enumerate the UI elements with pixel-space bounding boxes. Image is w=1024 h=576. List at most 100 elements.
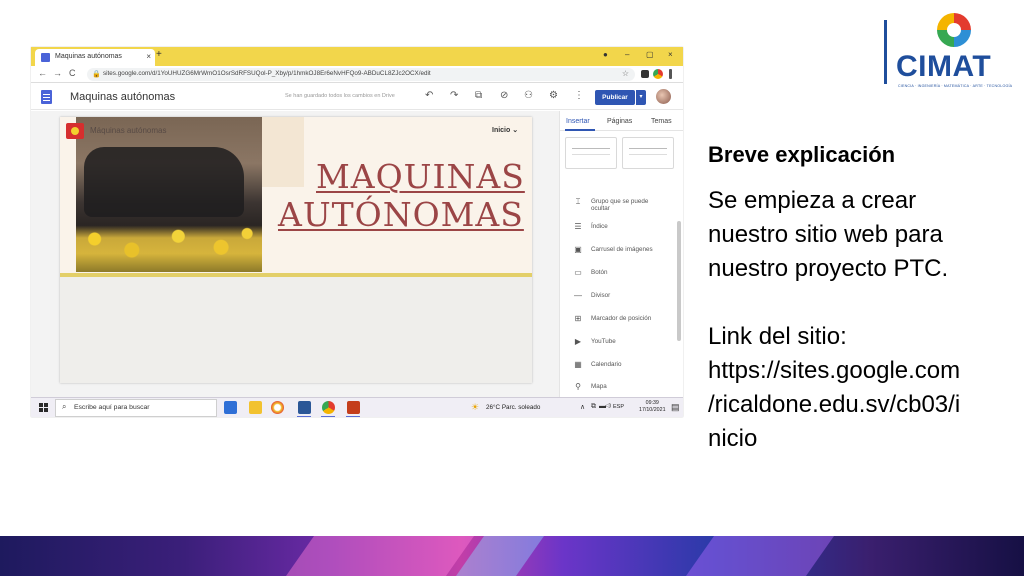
- url-bar[interactable]: 🔒 sites.google.com/d/1YoUHUZG6MrWmO1OsrS…: [87, 68, 635, 81]
- file-explorer-icon[interactable]: [249, 401, 262, 414]
- profile-dot-icon[interactable]: ●: [603, 50, 608, 59]
- language-indicator[interactable]: ESP: [613, 404, 624, 410]
- weather-sun-icon[interactable]: ☀: [471, 402, 479, 413]
- daffodils: [76, 217, 262, 272]
- word-icon[interactable]: [298, 401, 311, 414]
- link-icon[interactable]: ⊘: [500, 90, 508, 101]
- search-icon: ⌕: [62, 402, 67, 411]
- insert-placeholder[interactable]: ⊞ Marcador de posición: [560, 314, 678, 328]
- volume-icon[interactable]: ◁): [605, 403, 611, 409]
- share-icon[interactable]: ⚇: [524, 90, 533, 101]
- clock-date: 17/10/2021: [639, 407, 666, 413]
- collapsible-group-icon: ⌶: [575, 197, 581, 206]
- page-title-line-1[interactable]: MAQUINAS: [316, 157, 525, 196]
- taskbar-search-input[interactable]: ⌕ Escribe aquí para buscar: [55, 399, 217, 417]
- layout-thumbnail[interactable]: [622, 137, 674, 169]
- bottom-banner: [0, 536, 1024, 576]
- insert-item-label: YouTube: [591, 338, 616, 345]
- insert-divider[interactable]: — Divisor: [560, 291, 678, 305]
- insert-item-label: Carrusel de imágenes: [591, 246, 653, 253]
- logo-tagline: CIENCIA · INGENIERÍA · MATEMÁTICA · ARTE…: [898, 84, 1013, 88]
- windows-taskbar: ⌕ Escribe aquí para buscar ☀ 26°C Parc. …: [31, 397, 683, 417]
- taskbar-search-placeholder: Escribe aquí para buscar: [74, 404, 150, 411]
- back-icon[interactable]: ←: [38, 68, 47, 78]
- tab-temas[interactable]: Temas: [651, 118, 672, 125]
- insert-item-label: Índice: [591, 223, 608, 230]
- index-icon: ☰: [574, 222, 582, 231]
- powerpoint-icon[interactable]: [347, 401, 360, 414]
- chrome-profile-icon[interactable]: [653, 69, 663, 79]
- more-options-icon[interactable]: ⋮: [574, 90, 584, 101]
- cimat-logo-mark-icon: [937, 13, 971, 47]
- link-line-3[interactable]: nicio: [708, 422, 1018, 456]
- url-text[interactable]: sites.google.com/d/1YoUHUZG6MrWmO1OsrSdR…: [103, 70, 431, 77]
- insert-panel: Insertar Páginas Temas ⌶ Grupo que se pu…: [559, 111, 683, 397]
- google-sites-icon[interactable]: [41, 90, 52, 104]
- site-name[interactable]: Maquinas autónomas: [70, 91, 175, 103]
- browser-menu-icon[interactable]: [669, 69, 672, 79]
- notifications-icon[interactable]: ▤: [671, 402, 680, 413]
- insert-item-label: Botón: [591, 269, 608, 276]
- link-line-2[interactable]: /ricaldone.edu.sv/cb03/i: [708, 388, 1018, 422]
- placeholder-icon: ⊞: [574, 314, 582, 323]
- insert-map[interactable]: ⚲ Mapa: [560, 382, 678, 396]
- map-pin-icon: ⚲: [575, 382, 581, 391]
- system-tray: ☀ 26°C Parc. soleado ∧ ⧉ ▬ ◁) ESP 09:39 …: [471, 398, 683, 417]
- nav-inicio[interactable]: Inicio ⌄: [492, 126, 518, 134]
- clock[interactable]: 09:39 17/10/2021: [639, 400, 666, 414]
- chrome-taskbar-icon[interactable]: [271, 401, 284, 414]
- tray-app-icon[interactable]: ⧉: [591, 403, 596, 411]
- insert-calendar[interactable]: ▦ Calendario: [560, 360, 678, 374]
- panel-tabs: Insertar Páginas Temas: [560, 111, 683, 131]
- insert-collapsible-group[interactable]: ⌶ Grupo que se puede ocultar: [560, 197, 678, 215]
- site-logo-icon[interactable]: [66, 123, 84, 139]
- maximize-button[interactable]: ▢: [646, 50, 654, 59]
- minimize-button[interactable]: –: [625, 50, 629, 59]
- forward-icon[interactable]: →: [53, 68, 62, 78]
- active-app-indicator: [346, 416, 360, 417]
- lock-icon: 🔒: [92, 71, 101, 78]
- tray-expand-icon[interactable]: ∧: [580, 403, 585, 411]
- tab-insertar[interactable]: Insertar: [566, 118, 590, 125]
- banner-streak: [285, 536, 475, 576]
- insert-button[interactable]: ▭ Botón: [560, 268, 678, 282]
- browser-tab[interactable]: Maquinas autónomas ×: [35, 49, 155, 66]
- avatar[interactable]: [656, 89, 671, 104]
- tab-strip: Maquinas autónomas × + ● – ▢ ×: [31, 47, 683, 66]
- tab-paginas[interactable]: Páginas: [607, 118, 632, 125]
- header-section[interactable]: Máquinas autónomas Inicio ⌄ MAQUINAS AUT…: [60, 117, 532, 277]
- bookmark-star-icon[interactable]: ☆: [622, 69, 629, 78]
- preview-icon[interactable]: ⧉: [475, 90, 482, 101]
- publish-dropdown-icon[interactable]: ▾: [636, 90, 646, 105]
- panel-scrollbar[interactable]: [677, 221, 681, 341]
- extension-puzzle-icon[interactable]: [641, 70, 649, 78]
- insert-item-label: Divisor: [591, 292, 611, 299]
- link-line-1[interactable]: https://sites.google.com: [708, 354, 1018, 388]
- publish-button[interactable]: Publicar: [595, 90, 635, 105]
- header-divider: [60, 273, 532, 277]
- tab-close-icon[interactable]: ×: [146, 52, 151, 61]
- sites-favicon-icon: [41, 53, 50, 62]
- insert-index[interactable]: ☰ Índice: [560, 222, 678, 236]
- layout-thumbnail[interactable]: [565, 137, 617, 169]
- weather-text[interactable]: 26°C Parc. soleado: [486, 404, 540, 411]
- insert-item-label: Marcador de posición: [591, 315, 652, 322]
- site-title-ghost: Máquinas autónomas: [90, 126, 167, 135]
- page-title-line-2[interactable]: AUTÓNOMAS: [278, 195, 524, 234]
- slide-heading: Breve explicación: [708, 142, 896, 167]
- chrome-icon[interactable]: [322, 401, 335, 414]
- reload-icon[interactable]: C: [69, 68, 76, 78]
- task-view-icon[interactable]: [224, 401, 237, 414]
- insert-image-carousel[interactable]: ▣ Carrusel de imágenes: [560, 245, 678, 259]
- redo-icon[interactable]: ↷: [450, 90, 458, 101]
- insert-item-label: Calendario: [591, 361, 622, 368]
- window-close-button[interactable]: ×: [668, 50, 673, 59]
- new-tab-button[interactable]: +: [156, 49, 162, 60]
- editor-canvas: Máquinas autónomas Inicio ⌄ MAQUINAS AUT…: [31, 111, 559, 397]
- insert-item-label: Mapa: [591, 383, 607, 390]
- carousel-icon: ▣: [574, 245, 582, 254]
- windows-start-icon[interactable]: [39, 403, 48, 412]
- insert-youtube[interactable]: ▶ YouTube: [560, 337, 678, 351]
- undo-icon[interactable]: ↶: [425, 90, 433, 101]
- settings-gear-icon[interactable]: ⚙: [549, 90, 558, 101]
